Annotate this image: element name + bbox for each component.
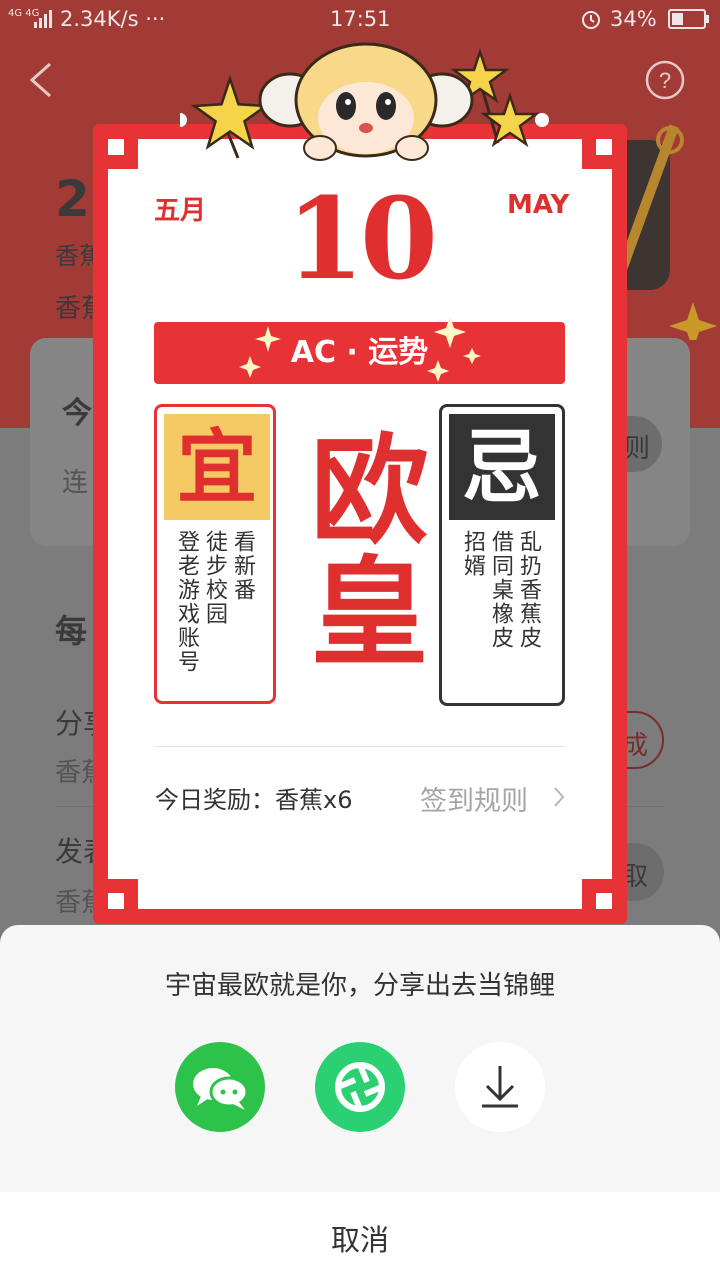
checkin-button-label: 则 bbox=[624, 434, 651, 464]
avoid-item: 乱扔香蕉皮 bbox=[516, 530, 541, 650]
share-title: 宇宙最欧就是你，分享出去当锦鲤 bbox=[164, 971, 555, 1001]
share-download-button[interactable] bbox=[455, 1042, 545, 1132]
corner-decoration bbox=[108, 139, 138, 169]
back-arrow-icon[interactable] bbox=[24, 58, 60, 102]
status-time: 17:51 bbox=[330, 7, 391, 31]
mascot-illustration bbox=[180, 42, 549, 161]
corner-decoration bbox=[108, 879, 138, 909]
daily-tasks-title: 每 bbox=[55, 612, 88, 650]
suitable-item: 登老游戏账号 bbox=[174, 530, 199, 674]
svg-text:?: ? bbox=[659, 68, 671, 93]
suitable-item: 徒步校园 bbox=[202, 530, 227, 626]
battery-icon bbox=[668, 9, 709, 29]
avoid-item: 招婿 bbox=[460, 530, 485, 578]
signal-icon bbox=[34, 10, 52, 28]
corner-decoration bbox=[582, 139, 612, 169]
network-speed: 2.34K/s ··· bbox=[60, 7, 166, 31]
alarm-icon bbox=[582, 11, 600, 29]
status-bar: 4G 4G 2.34K/s ··· 17:51 34% bbox=[0, 0, 720, 38]
checkin-rules-label: 签到规则 bbox=[420, 786, 528, 817]
avoid-item: 借同桌橡皮 bbox=[488, 530, 513, 650]
day-number: 10 bbox=[286, 174, 438, 305]
checkin-rules-link[interactable]: 签到规则 bbox=[420, 779, 568, 817]
card-divider bbox=[154, 746, 565, 747]
moments-icon bbox=[335, 1062, 385, 1112]
suitable-label: 宜 bbox=[164, 414, 270, 520]
month-english: MAY bbox=[507, 190, 570, 220]
fortune-word: 欧皇 bbox=[290, 428, 429, 672]
corner-decoration bbox=[582, 879, 612, 909]
chevron-right-icon bbox=[554, 787, 565, 807]
share-wechat-button[interactable] bbox=[175, 1042, 265, 1132]
suitable-item: 看新番 bbox=[230, 530, 255, 602]
wechat-icon bbox=[193, 1068, 249, 1110]
month-chinese: 五月 bbox=[154, 196, 207, 226]
checkin-card-title: 今 bbox=[62, 396, 92, 431]
share-moments-button[interactable] bbox=[315, 1042, 405, 1132]
download-icon bbox=[482, 1066, 518, 1108]
battery-percent: 34% bbox=[610, 7, 657, 31]
checkin-card-subtitle: 连 bbox=[62, 468, 89, 498]
sparkle-icon bbox=[239, 316, 481, 382]
daily-reward: 今日奖励：香蕉x6 bbox=[155, 786, 353, 814]
cancel-label: 取消 bbox=[330, 1223, 389, 1257]
help-icon[interactable]: ? bbox=[644, 59, 686, 101]
avoid-label: 忌 bbox=[449, 414, 555, 520]
